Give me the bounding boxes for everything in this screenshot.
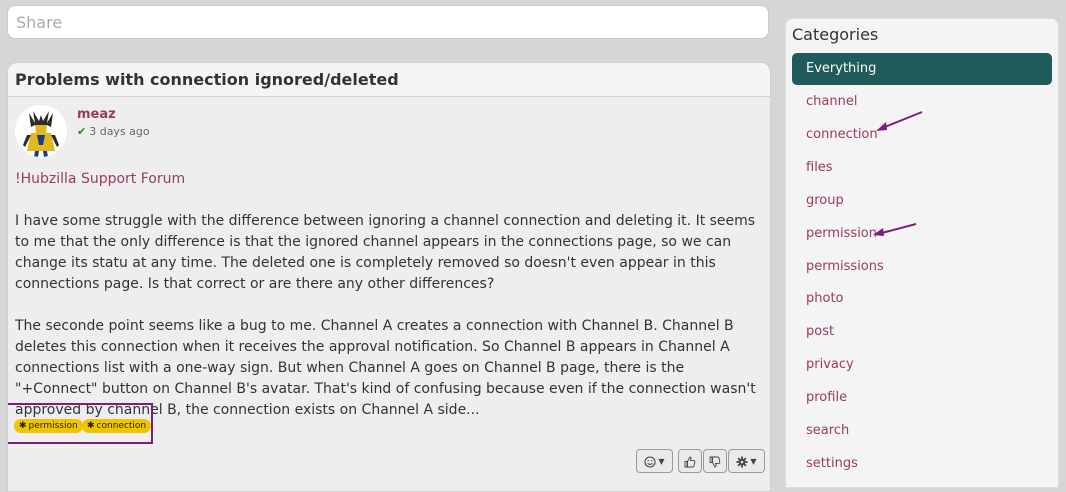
thumbs-down-icon <box>709 456 721 467</box>
sidebar-item-everything[interactable]: Everything <box>792 53 1052 85</box>
post-title: Problems with connection ignored/deleted <box>8 63 770 97</box>
categories-sidebar: Categories Everything channel connection… <box>785 18 1059 488</box>
sidebar-item-group[interactable]: group <box>792 185 1052 217</box>
tag-label: connection <box>96 421 147 431</box>
post-timestamp: ✔ 3 days ago <box>77 125 150 138</box>
asterisk-icon: ✱ <box>19 421 27 431</box>
gear-icon <box>736 456 748 467</box>
sidebar-item-post[interactable]: post <box>792 316 1052 348</box>
sidebar-item-search[interactable]: search <box>792 415 1052 447</box>
sidebar-item-profile[interactable]: profile <box>792 382 1052 414</box>
sidebar-item-privacy[interactable]: privacy <box>792 349 1052 381</box>
check-icon: ✔ <box>77 125 87 138</box>
share-input[interactable] <box>8 6 768 38</box>
sidebar-item-settings[interactable]: settings <box>792 448 1052 480</box>
sidebar-title: Categories <box>792 25 879 44</box>
post-body: !Hubzilla Support Forum I have some stru… <box>15 169 765 442</box>
tag-connection[interactable]: ✱ connection <box>82 419 152 433</box>
sidebar-item-files[interactable]: files <box>792 152 1052 184</box>
tag-permission[interactable]: ✱ permission <box>14 419 83 433</box>
tag-label: permission <box>28 421 78 431</box>
dislike-button[interactable] <box>703 449 727 473</box>
post-card: Problems with connection ignored/deleted… <box>7 62 771 492</box>
post-time-text: 3 days ago <box>89 125 150 138</box>
sidebar-item-permissions[interactable]: permissions <box>792 251 1052 283</box>
share-box[interactable] <box>7 5 769 39</box>
annotation-arrow-icon <box>873 223 917 236</box>
chevron-down-icon: ▼ <box>658 456 665 466</box>
annotation-arrow-icon <box>876 111 923 131</box>
tags-highlight-box: ✱ permission ✱ connection <box>8 403 153 444</box>
avatar[interactable] <box>15 105 67 157</box>
smile-icon <box>644 455 656 468</box>
thumbs-up-icon <box>684 456 696 467</box>
post-settings-button[interactable]: ▼ <box>728 449 765 473</box>
forum-link[interactable]: !Hubzilla Support Forum <box>15 171 185 187</box>
author-name[interactable]: meaz <box>77 107 116 122</box>
chevron-down-icon: ▼ <box>750 456 757 466</box>
sidebar-item-photo[interactable]: photo <box>792 283 1052 315</box>
like-button[interactable] <box>678 449 702 473</box>
sidebar-item-permission[interactable]: permission <box>792 218 1052 250</box>
post-paragraph: I have some struggle with the difference… <box>15 213 756 292</box>
reactions-button[interactable]: ▼ <box>636 449 673 473</box>
asterisk-icon: ✱ <box>87 421 95 431</box>
